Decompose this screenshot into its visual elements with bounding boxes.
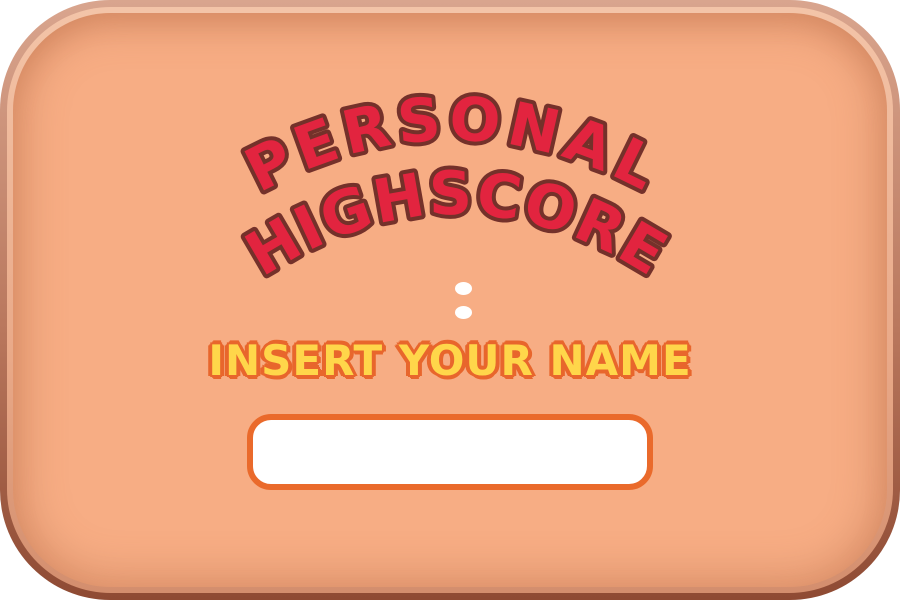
dialog-rim [7,7,893,593]
separator-dot-bottom [455,306,472,319]
player-name-input[interactable] [247,414,653,490]
separator-dot-top [455,282,472,295]
score-separator [455,282,473,322]
highscore-dialog [0,0,900,600]
insert-name-label: INSERT YOUR NAME [208,336,692,385]
dialog-panel [13,13,887,587]
